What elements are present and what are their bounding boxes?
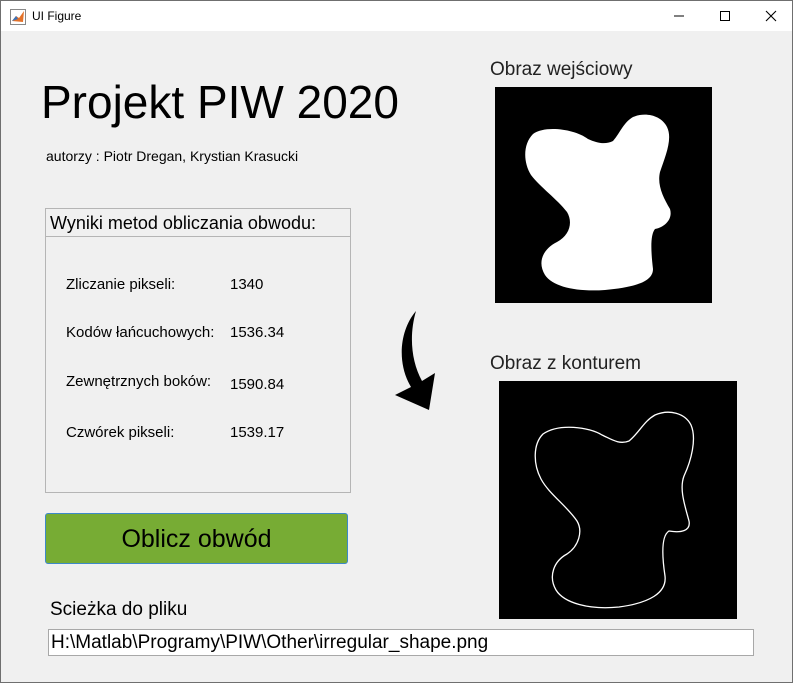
result-label: Czwórek pikseli: [66, 424, 175, 441]
maximize-button[interactable] [702, 1, 748, 31]
window-title: UI Figure [32, 9, 82, 23]
result-label: Zewnętrznych boków: [66, 373, 212, 390]
minimize-icon [674, 15, 684, 17]
page-title: Projekt PIW 2020 [41, 76, 399, 128]
close-icon [765, 10, 777, 22]
result-value: 1590.84 [230, 376, 285, 393]
file-path-label: Scieżka do pliku [50, 599, 188, 620]
result-value: 1536.34 [230, 324, 285, 341]
contour-image-label: Obraz z konturem [490, 353, 641, 374]
maximize-icon [720, 11, 730, 21]
result-label: Zliczanie pikseli: [66, 276, 176, 293]
result-value: 1340 [230, 276, 264, 293]
title-bar: UI Figure [1, 1, 792, 31]
results-panel: Wyniki metod obliczania obwodu: Zliczani… [45, 208, 351, 493]
file-path-input[interactable] [48, 629, 754, 656]
input-image [495, 87, 712, 303]
arrow-down-icon [395, 311, 435, 410]
minimize-button[interactable] [656, 1, 702, 31]
results-panel-title: Wyniki metod obliczania obwodu: [46, 209, 350, 237]
contour-shape [534, 411, 695, 609]
contour-image [499, 381, 737, 619]
authors-text: autorzy : Piotr Dregan, Krystian Krasuck… [46, 148, 299, 164]
matlab-icon [10, 9, 26, 25]
input-shape [525, 114, 671, 291]
result-value: 1539.17 [230, 424, 285, 441]
result-label: Kodów łańcuchowych: [66, 324, 215, 341]
compute-perimeter-button[interactable]: Oblicz obwód [45, 513, 348, 564]
app-window: UI Figure Projekt PIW 2020 autorzy : Pio… [0, 0, 793, 683]
input-image-label: Obraz wejściowy [490, 59, 633, 80]
close-button[interactable] [748, 1, 793, 31]
